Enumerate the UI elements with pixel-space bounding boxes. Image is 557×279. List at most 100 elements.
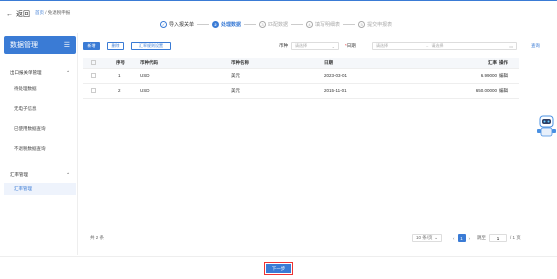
cell-rate: 6.99000 xyxy=(474,68,499,84)
sidebar-item-used-query[interactable]: 已使用数据查询 xyxy=(14,126,46,132)
cell-rate: 650.00000 xyxy=(474,83,499,99)
step-label: 提交申报表 xyxy=(367,22,393,28)
step-label: 导入报关单 xyxy=(169,22,195,28)
col-no: 序号 xyxy=(116,58,140,69)
step-divider xyxy=(197,24,210,25)
add-button[interactable]: 新增 xyxy=(83,42,100,50)
sidebar-group-customs[interactable]: 出口报关单管理 ⌃ xyxy=(10,70,70,76)
step-number: 2 xyxy=(212,21,220,28)
total-count: 共 2 条 xyxy=(90,235,105,240)
col-action: 操作 xyxy=(499,58,519,69)
date-range-picker[interactable]: 请选择 ~ 请选择 ▭ xyxy=(372,42,517,50)
chevron-up-icon: ⌃ xyxy=(66,172,70,177)
delete-button[interactable]: 删除 xyxy=(107,42,124,50)
next-step-highlight: 下一步 xyxy=(264,262,293,275)
col-rate: 汇率 xyxy=(474,58,499,69)
step-label: 填写明细表 xyxy=(315,22,341,28)
table-header-row: 序号 币种代码 币种名称 日期 汇率 操作 xyxy=(83,58,519,69)
row-select-cell[interactable] xyxy=(83,68,116,84)
select-all-cell[interactable] xyxy=(83,58,116,69)
sidebar-item-pending[interactable]: 待处理数据 xyxy=(14,86,37,92)
calendar-icon: ▭ xyxy=(509,43,513,49)
step-progress: ✓ 导入报关单 2 处理数据 3 匹配数据 4 填写明细表 5 提交申报表 xyxy=(160,21,392,28)
chevron-up-icon: ⌃ xyxy=(66,70,70,75)
currency-select[interactable]: 请选择 ⌄ xyxy=(291,42,339,50)
row-checkbox[interactable] xyxy=(91,87,96,93)
currency-label: 币种 xyxy=(279,43,288,48)
cell-name: 美元 xyxy=(231,83,324,99)
edit-link[interactable]: 编辑 xyxy=(499,68,519,84)
step-divider xyxy=(343,24,356,25)
col-name: 币种名称 xyxy=(231,58,324,69)
cell-date: 2023-03-01 xyxy=(324,68,474,84)
step-check-icon: ✓ xyxy=(160,21,167,28)
page-1-button[interactable]: 1 xyxy=(457,234,466,242)
sidebar xyxy=(0,33,78,255)
date-end-placeholder[interactable]: 请选择 xyxy=(431,43,443,49)
collapse-menu-icon[interactable]: ☰ xyxy=(64,41,70,49)
cell-name: 美元 xyxy=(231,68,324,84)
currency-placeholder: 请选择 xyxy=(295,43,307,48)
step-divider xyxy=(291,24,304,25)
page-size-select[interactable]: 10 条/页 ⌄ xyxy=(412,234,442,242)
step-number: 3 xyxy=(259,21,267,28)
step-1: ✓ 导入报关单 xyxy=(160,21,194,28)
breadcrumb-current: 免退税申报 xyxy=(47,10,71,15)
edit-link[interactable]: 编辑 xyxy=(499,83,519,99)
page-total: / 1 页 xyxy=(510,235,521,240)
step-3: 3 匹配数据 xyxy=(259,21,288,28)
back-label: 返回 xyxy=(16,11,30,18)
prev-page-icon[interactable]: ‹ xyxy=(453,236,455,241)
sidebar-item-no-refund-query[interactable]: 不退税数据查询 xyxy=(14,146,46,152)
sidebar-item-rate-management[interactable]: 汇率管理 xyxy=(4,183,76,195)
date-label-text: 日期 xyxy=(346,43,356,48)
cell-no: 2 xyxy=(116,83,140,99)
page-size-value: 10 条/页 xyxy=(416,235,433,240)
rate-table: 序号 币种代码 币种名称 日期 汇率 操作 1 USD 美元 2023-03-0… xyxy=(83,58,519,99)
step-number: 5 xyxy=(358,21,366,28)
step-5: 5 提交申报表 xyxy=(358,21,392,28)
col-code: 币种代码 xyxy=(140,58,231,69)
sidebar-group-label: 出口报关单管理 xyxy=(10,70,42,75)
sidebar-header: 数据管理 ☰ xyxy=(4,36,76,54)
table-row: 1 USD 美元 2023-03-01 6.99000 编辑 xyxy=(83,68,519,84)
date-range-separator: ~ xyxy=(426,43,429,49)
pagination: 10 条/页 ⌄ ‹ 1 › 跳至 / 1 页 xyxy=(412,234,521,242)
select-all-checkbox[interactable] xyxy=(91,59,96,65)
step-number: 4 xyxy=(306,21,314,28)
rate-rule-settings-button[interactable]: 汇率规则设置 xyxy=(131,42,171,50)
row-select-cell[interactable] xyxy=(83,83,116,99)
sidebar-item-no-electronic[interactable]: 无电子信息 xyxy=(14,106,37,112)
assistant-robot-icon[interactable] xyxy=(536,113,557,139)
breadcrumb-separator: / xyxy=(45,10,47,15)
cell-no: 1 xyxy=(116,68,140,84)
arrow-left-icon: ← xyxy=(6,10,13,18)
query-button[interactable]: 查询 xyxy=(531,43,540,49)
next-step-button[interactable]: 下一步 xyxy=(266,264,291,273)
top-accent-line xyxy=(0,0,557,1)
sidebar-title: 数据管理 xyxy=(10,42,38,49)
chevron-down-icon: ⌄ xyxy=(434,235,438,240)
cell-date: 2015-11-01 xyxy=(324,83,474,99)
step-2: 2 处理数据 xyxy=(212,21,241,28)
step-label: 匹配数据 xyxy=(268,22,289,28)
cell-code: USD xyxy=(140,83,231,99)
date-start-placeholder[interactable]: 请选择 xyxy=(376,43,388,49)
step-divider xyxy=(244,24,257,25)
col-date: 日期 xyxy=(324,58,474,69)
breadcrumb: 首页 / 免退税申报 xyxy=(35,10,70,16)
step-4: 4 填写明细表 xyxy=(306,21,340,28)
cell-code: USD xyxy=(140,68,231,84)
sidebar-group-label: 汇率管理 xyxy=(10,172,28,177)
chevron-down-icon: ⌄ xyxy=(331,43,335,49)
next-page-icon[interactable]: › xyxy=(469,236,471,241)
goto-label: 跳至 xyxy=(477,235,486,240)
goto-page-input[interactable] xyxy=(489,234,507,242)
row-checkbox[interactable] xyxy=(91,72,96,78)
step-label: 处理数据 xyxy=(221,22,242,28)
sidebar-group-rate[interactable]: 汇率管理 ⌃ xyxy=(10,172,70,178)
table-row: 2 USD 美元 2015-11-01 650.00000 编辑 xyxy=(83,83,519,99)
breadcrumb-home[interactable]: 首页 xyxy=(35,10,44,15)
back-button[interactable]: ← 返回 xyxy=(6,9,30,19)
date-label: *日期 xyxy=(345,43,356,49)
